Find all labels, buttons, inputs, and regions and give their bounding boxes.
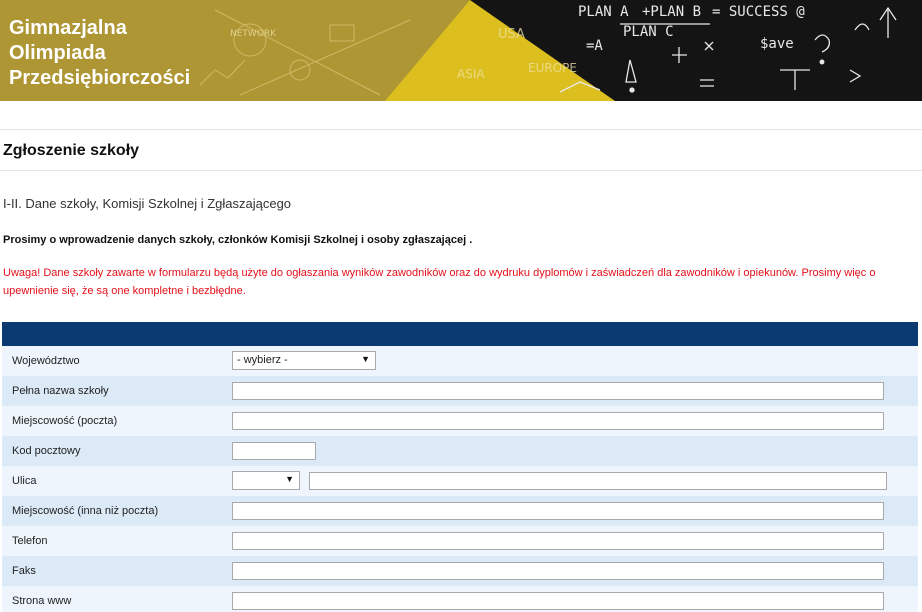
chevron-down-icon: ▼ [361,354,370,364]
chevron-down-icon: ▼ [285,474,294,484]
intro-text: Prosimy o wprowadzenie danych szkoły, cz… [3,234,473,246]
pelna-nazwa-input[interactable] [232,382,884,400]
chalk-plan-a: PLAN A [578,4,629,20]
form-row-wojewodztwo: Województwo - wybierz - ▼ [2,346,918,376]
form-row-miejscowosc-poczta: Miejscowość (poczta) [2,406,918,436]
telefon-label: Telefon [12,535,48,547]
form-row-strona-www: Strona www [2,586,918,612]
form-row-telefon: Telefon [2,526,918,556]
miejscowosc-poczta-input[interactable] [232,412,884,430]
page-title: Zgłoszenie szkoły [3,142,140,159]
warning-text: Uwaga! Dane szkoły zawarte w formularzu … [3,267,876,297]
chalk-plan-c: PLAN C [623,24,674,40]
chalk-europe: EUROPE [528,61,577,75]
faks-label: Faks [12,565,36,577]
form-row-miejscowosc-inna: Miejscowość (inna niż poczta) [2,496,918,526]
divider-top [0,129,922,130]
form-row-kod-pocztowy: Kod pocztowy [2,436,918,466]
school-form: Województwo - wybierz - ▼ Pełna nazwa sz… [2,346,918,612]
kod-pocztowy-input[interactable] [232,442,316,460]
ulica-label: Ulica [12,475,37,487]
chalk-equals-a: =A [586,38,603,54]
miejscowosc-poczta-label: Miejscowość (poczta) [12,415,118,427]
form-row-pelna-nazwa: Pełna nazwa szkoły [2,376,918,406]
faks-input[interactable] [232,562,884,580]
brand-line-1: Gimnazjalna [9,17,127,39]
wojewodztwo-selected-value: - wybierz - [237,354,288,366]
brand-line-3: Przedsiębiorczości [9,67,191,89]
miejscowosc-inna-label: Miejscowość (inna niż poczta) [12,505,159,517]
form-row-faks: Faks [2,556,918,586]
ulica-input[interactable] [309,472,887,490]
miejscowosc-inna-input[interactable] [232,502,884,520]
ulica-prefix-select[interactable]: ▼ [232,471,300,490]
kod-pocztowy-label: Kod pocztowy [12,445,81,457]
chalk-success: = SUCCESS @ [712,4,805,20]
strona-www-label: Strona www [12,595,72,607]
chalk-usa: USA [498,27,525,42]
wojewodztwo-label: Województwo [12,355,80,367]
telefon-input[interactable] [232,532,884,550]
header-banner: PLAN A +PLAN B = SUCCESS @ PLAN C $ave =… [0,0,922,101]
brand-logo[interactable]: Gimnazjalna Olimpiada Przedsiębiorczości [9,16,190,91]
strona-www-input[interactable] [232,592,884,610]
chalk-network: NETWORK [230,29,277,39]
form-header-bar [2,322,918,346]
chalk-asia: ASIA [457,67,485,81]
form-row-ulica: Ulica ▼ [2,466,918,496]
chalk-save: $ave [760,36,794,52]
wojewodztwo-select[interactable]: - wybierz - ▼ [232,351,376,370]
pelna-nazwa-label: Pełna nazwa szkoły [12,385,109,397]
chalk-plan-b: +PLAN B [642,4,701,20]
brand-line-2: Olimpiada [9,42,106,64]
section-title: I-II. Dane szkoły, Komisji Szkolnej i Zg… [3,196,292,211]
divider-bottom [0,170,922,171]
